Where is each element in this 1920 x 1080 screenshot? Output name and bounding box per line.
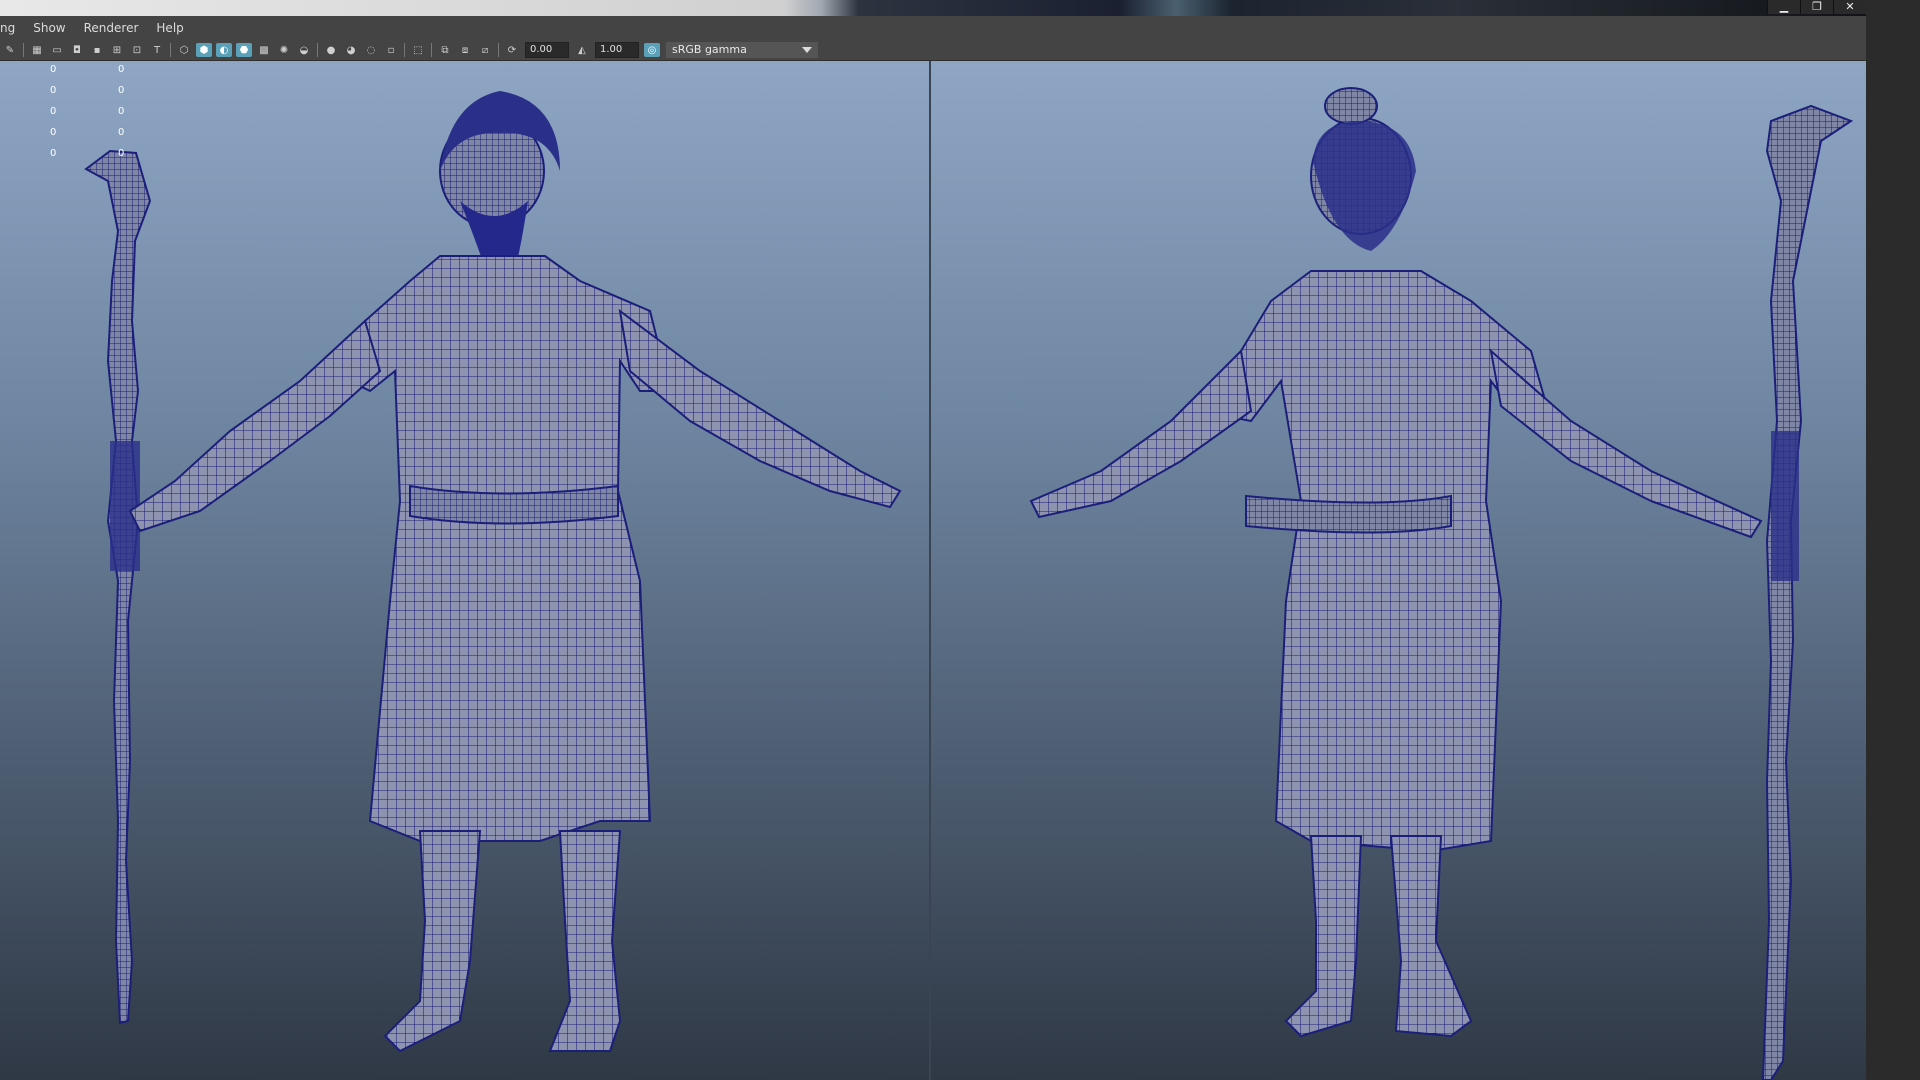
hud-value: 0 [118,64,125,75]
ambient-occlusion-icon[interactable]: ● [323,43,339,57]
lights-icon[interactable]: ✺ [276,43,292,57]
hud-value: 0 [118,85,125,96]
anti-aliasing-icon[interactable]: ◌ [363,43,379,57]
left-arm-mesh [128,319,382,533]
menu-item-partial[interactable]: ng [0,21,24,35]
toolbar-separator [23,43,24,57]
safe-action-icon[interactable]: ⊡ [129,43,145,57]
right-gutter [1866,0,1920,1080]
default-material-icon[interactable]: ◐ [216,43,232,57]
back-left-leg-mesh [1284,835,1363,1038]
hud-value: 0 [118,148,125,159]
grid-icon[interactable]: ▦ [29,43,45,57]
gamma-icon[interactable]: ◭ [574,43,590,57]
menu-item-help[interactable]: Help [147,21,192,35]
right-arm-mesh [618,308,902,509]
xray-icon[interactable]: ⧉ [437,43,453,57]
menu-item-renderer[interactable]: Renderer [75,21,148,35]
title-bar [0,0,1866,16]
wireframe-icon[interactable]: ⬡ [176,43,192,57]
back-tunic-mesh [1224,270,1553,853]
back-staff-wrap [1771,431,1799,581]
toolbar-separator [404,43,405,57]
toolbar-separator [170,43,171,57]
hud-value: 0 [50,85,57,96]
shadows-icon[interactable]: ◒ [296,43,312,57]
window-controls: ▁ ❐ ✕ [1767,0,1866,16]
motion-blur-icon[interactable]: ◕ [343,43,359,57]
hud-value: 0 [118,127,125,138]
minimize-icon[interactable]: ▁ [1767,0,1800,14]
tunic-mesh [348,255,672,842]
exposure-icon[interactable]: ⟳ [504,43,520,57]
toolbar-separator [498,43,499,57]
back-left-arm-mesh [1029,348,1253,519]
back-sash-mesh [1245,494,1452,534]
hud-value: 0 [118,106,125,117]
viewport-back[interactable] [931,61,1866,1080]
menu-bar: ng Show Renderer Help [0,16,1866,40]
color-space-dropdown[interactable]: sRGB gamma [666,42,818,58]
topknot-mesh [1324,87,1378,125]
toolbar-separator [431,43,432,57]
gate-mask-icon[interactable]: ▪ [89,43,105,57]
isolate-select-icon[interactable]: ⬚ [410,43,426,57]
resolution-gate-icon[interactable]: ◘ [69,43,85,57]
safe-title-icon[interactable]: T [149,43,165,57]
maximize-icon[interactable]: ❐ [1800,0,1833,14]
xray-components-icon[interactable]: ⧄ [477,43,493,57]
character-front-mesh [84,91,902,1053]
color-management-icon[interactable]: ◎ [644,43,660,57]
staff-wrap [110,441,140,571]
close-icon[interactable]: ✕ [1833,0,1866,14]
xray-joints-icon[interactable]: ⧈ [457,43,473,57]
toolbar-separator [317,43,318,57]
back-staff-mesh [1761,104,1854,1080]
back-right-leg-mesh [1389,835,1473,1038]
right-leg-mesh [548,830,622,1052]
select-camera-icon[interactable]: ✎ [2,43,18,57]
film-gate-icon[interactable]: ▭ [49,43,65,57]
hud-value: 0 [50,64,57,75]
chevron-down-icon [802,47,812,53]
depth-of-field-icon[interactable]: ▫ [383,43,399,57]
staff-mesh [84,149,152,1025]
viewport-front[interactable]: 0 0 0 0 0 0 0 0 0 0 [0,61,929,1080]
viewport-toolbar: ✎ ▦ ▭ ◘ ▪ ⊞ ⊡ T ⬡ ⬢ ◐ ⬣ ▩ ✺ ◒ ● ◕ ◌ ▫ ⬚ … [0,40,1866,61]
hud-value: 0 [50,127,57,138]
textured-icon[interactable]: ▩ [256,43,272,57]
hud-value: 0 [50,106,57,117]
wireframe-on-shaded-icon[interactable]: ⬣ [236,43,252,57]
heads-up-display: 0 0 0 0 0 0 0 0 0 0 [50,61,148,162]
menu-item-show[interactable]: Show [24,21,74,35]
smooth-shade-icon[interactable]: ⬢ [196,43,212,57]
hud-value: 0 [50,148,57,159]
back-hair-mesh [1313,121,1416,251]
left-leg-mesh [383,830,482,1053]
exposure-field[interactable]: 0.00 [525,42,569,58]
field-chart-icon[interactable]: ⊞ [109,43,125,57]
gamma-field[interactable]: 1.00 [595,42,639,58]
character-back-mesh [1029,87,1854,1080]
color-space-label: sRGB gamma [672,43,747,56]
